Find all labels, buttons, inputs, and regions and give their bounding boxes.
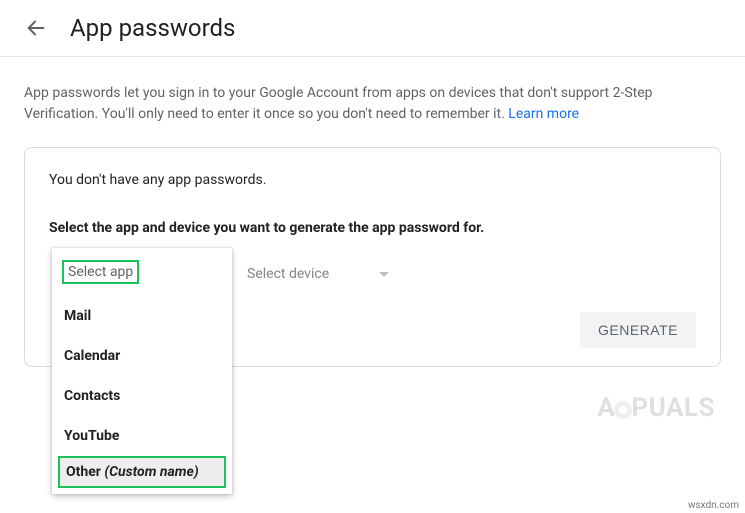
other-label-italic: (Custom name) (104, 464, 198, 480)
other-label-bold: Other (66, 464, 104, 480)
watermark-text-left: A (597, 393, 615, 423)
app-select-dropdown: Select app Mail Calendar Contacts YouTub… (52, 248, 232, 494)
watermark-text-right: PUALS (631, 393, 715, 423)
dropdown-item-youtube[interactable]: YouTube (52, 416, 232, 456)
learn-more-link[interactable]: Learn more (508, 106, 579, 122)
dropdown-item-mail[interactable]: Mail (52, 296, 232, 336)
back-arrow-icon[interactable] (24, 16, 48, 40)
generate-button[interactable]: GENERATE (580, 312, 696, 348)
header-bar: App passwords (0, 0, 745, 57)
content-area: App passwords let you sign in to your Go… (0, 57, 745, 367)
app-passwords-card: You don't have any app passwords. Select… (24, 147, 721, 367)
empty-state-text: You don't have any app passwords. (49, 172, 696, 188)
chevron-down-icon (379, 272, 389, 277)
description-text: App passwords let you sign in to your Go… (24, 83, 721, 125)
page-title: App passwords (70, 14, 235, 42)
app-select-header[interactable]: Select app (62, 260, 139, 284)
watermark-ring-icon (614, 401, 632, 419)
dropdown-item-other[interactable]: Other (Custom name) (58, 456, 226, 488)
dropdown-item-calendar[interactable]: Calendar (52, 336, 232, 376)
device-select-label: Select device (247, 266, 329, 282)
dropdown-item-contacts[interactable]: Contacts (52, 376, 232, 416)
device-select[interactable]: Select device (247, 266, 389, 282)
watermark-logo: A PUALS (597, 393, 715, 423)
attribution-text: wsxdn.com (688, 500, 739, 511)
instruction-text: Select the app and device you want to ge… (49, 220, 696, 236)
